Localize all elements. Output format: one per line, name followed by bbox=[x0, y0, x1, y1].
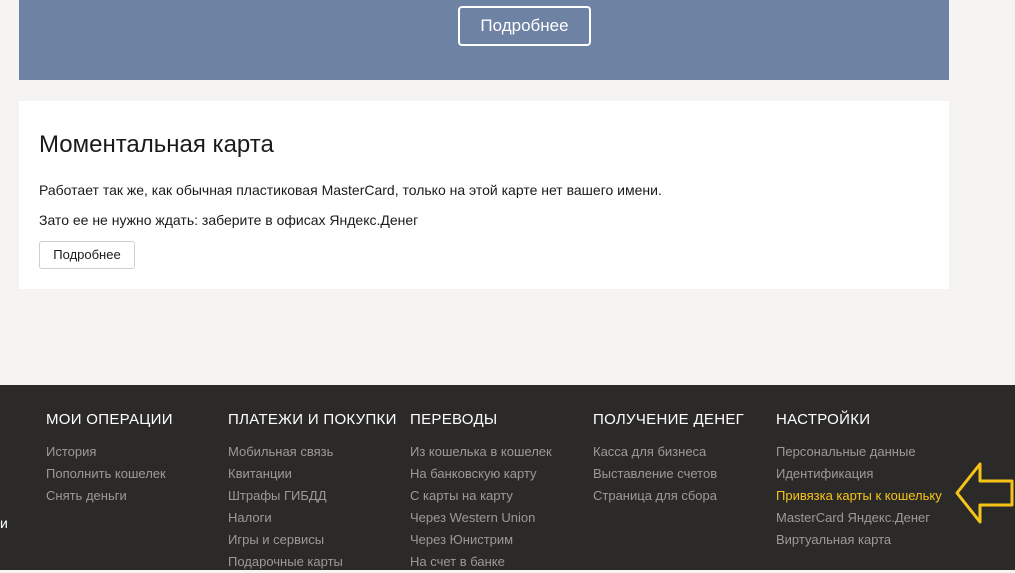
footer-column-receiving: ПОЛУЧЕНИЕ ДЕНЕГ Касса для бизнеса Выстав… bbox=[593, 411, 744, 507]
footer-link-receipts[interactable]: Квитанции bbox=[228, 463, 397, 485]
footer-link-unistream[interactable]: Через Юнистрим bbox=[410, 529, 552, 551]
footer-link-fundraising-page[interactable]: Страница для сбора bbox=[593, 485, 744, 507]
footer-link-personal-data[interactable]: Персональные данные bbox=[776, 441, 942, 463]
card-description-line2: Зато ее не нужно ждать: заберите в офиса… bbox=[39, 212, 419, 228]
footer-link-virtual-card[interactable]: Виртуальная карта bbox=[776, 529, 942, 551]
promo-more-button[interactable]: Подробнее bbox=[458, 6, 591, 46]
footer-link-identification[interactable]: Идентификация bbox=[776, 463, 942, 485]
footer-column-transfers: ПЕРЕВОДЫ Из кошелька в кошелек На банков… bbox=[410, 411, 552, 573]
footer-column-my-operations: МОИ ОПЕРАЦИИ История Пополнить кошелек С… bbox=[46, 411, 173, 507]
footer-column-title: ПЕРЕВОДЫ bbox=[410, 411, 498, 428]
footer-link-games[interactable]: Игры и сервисы bbox=[228, 529, 397, 551]
footer-link-invoicing[interactable]: Выставление счетов bbox=[593, 463, 744, 485]
arrow-left-icon bbox=[955, 462, 1014, 524]
footer-link-wallet-to-wallet[interactable]: Из кошелька в кошелек bbox=[410, 441, 552, 463]
footer-link-card-to-card[interactable]: С карты на карту bbox=[410, 485, 552, 507]
footer-link-top-up[interactable]: Пополнить кошелек bbox=[46, 463, 173, 485]
footer-column-title: МОИ ОПЕРАЦИИ bbox=[46, 411, 173, 428]
footer-column-payments: ПЛАТЕЖИ И ПОКУПКИ Мобильная связь Квитан… bbox=[228, 411, 397, 573]
footer-left-edge-text: и bbox=[0, 515, 8, 531]
footer-link-to-bank-card[interactable]: На банковскую карту bbox=[410, 463, 552, 485]
instant-card-section: Моментальная карта Работает так же, как … bbox=[19, 101, 949, 289]
footer-link-mastercard[interactable]: MasterCard Яндекс.Денег bbox=[776, 507, 942, 529]
card-more-button[interactable]: Подробнее bbox=[39, 241, 135, 269]
footer: МОИ ОПЕРАЦИИ История Пополнить кошелек С… bbox=[0, 385, 1015, 570]
card-description-line1: Работает так же, как обычная пластиковая… bbox=[39, 182, 662, 198]
footer-column-settings: НАСТРОЙКИ Персональные данные Идентифика… bbox=[776, 411, 942, 551]
card-title: Моментальная карта bbox=[39, 131, 274, 158]
footer-link-withdraw[interactable]: Снять деньги bbox=[46, 485, 173, 507]
footer-link-history[interactable]: История bbox=[46, 441, 173, 463]
footer-column-title: ПОЛУЧЕНИЕ ДЕНЕГ bbox=[593, 411, 745, 428]
footer-link-mobile[interactable]: Мобильная связь bbox=[228, 441, 397, 463]
footer-column-title: ПЛАТЕЖИ И ПОКУПКИ bbox=[228, 411, 397, 428]
footer-column-title: НАСТРОЙКИ bbox=[776, 411, 871, 428]
footer-link-traffic-fines[interactable]: Штрафы ГИБДД bbox=[228, 485, 397, 507]
footer-link-western-union[interactable]: Через Western Union bbox=[410, 507, 552, 529]
promo-banner: Подробнее bbox=[19, 0, 949, 80]
footer-link-business-kassa[interactable]: Касса для бизнеса bbox=[593, 441, 744, 463]
footer-link-bind-card[interactable]: Привязка карты к кошельку bbox=[776, 485, 942, 507]
footer-link-taxes[interactable]: Налоги bbox=[228, 507, 397, 529]
